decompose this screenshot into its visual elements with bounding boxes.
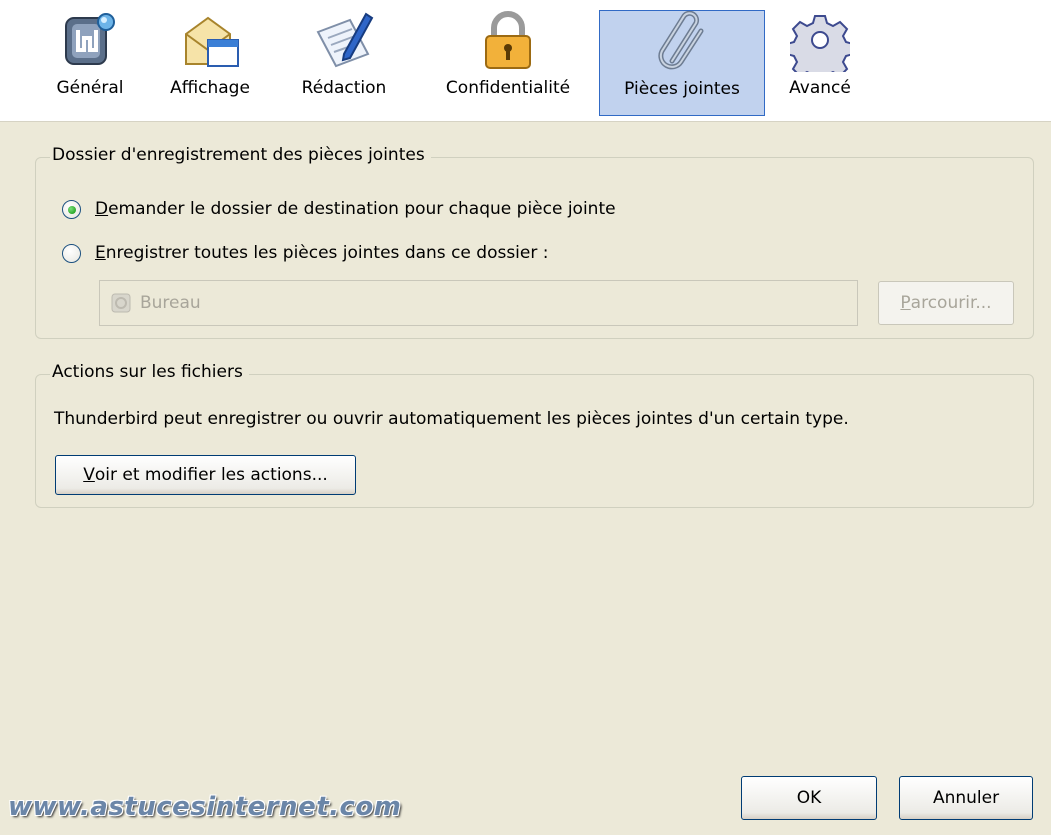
radio-ask-folder-indicator[interactable] bbox=[62, 199, 81, 219]
compose-icon bbox=[314, 10, 374, 72]
radio-save-all[interactable]: Enregistrer toutes les pièces jointes da… bbox=[62, 243, 548, 263]
tab-display[interactable]: Affichage bbox=[155, 10, 265, 116]
tab-attachments[interactable]: Pièces jointes bbox=[599, 10, 765, 116]
view-edit-actions-label: oir et modifier les actions... bbox=[94, 465, 328, 485]
lock-icon bbox=[478, 10, 538, 72]
save-folder-legend: Dossier d'enregistrement des pièces join… bbox=[50, 145, 431, 165]
radio-ask-folder-label: Demander le dossier de destination pour … bbox=[95, 199, 616, 219]
radio-save-all-label: Enregistrer toutes les pièces jointes da… bbox=[95, 243, 548, 263]
radio-ask-folder-accel: D bbox=[95, 199, 109, 219]
folder-icon bbox=[111, 293, 131, 313]
tab-display-label: Affichage bbox=[170, 78, 250, 98]
tab-compose-label: Rédaction bbox=[301, 78, 387, 98]
gear-icon bbox=[790, 10, 850, 72]
tab-privacy[interactable]: Confidentialité bbox=[428, 10, 588, 116]
tab-attachments-label: Pièces jointes bbox=[624, 79, 740, 99]
radio-save-all-accel: E bbox=[95, 243, 106, 263]
browse-button-label: arcourir... bbox=[910, 293, 992, 313]
file-actions-description: Thunderbird peut enregistrer ou ouvrir a… bbox=[54, 409, 849, 429]
tab-general[interactable]: Général bbox=[40, 10, 140, 116]
general-icon bbox=[60, 10, 120, 72]
tab-privacy-label: Confidentialité bbox=[445, 78, 571, 98]
view-edit-actions-accel: V bbox=[83, 465, 95, 485]
tab-advanced-label: Avancé bbox=[789, 78, 851, 98]
browse-button[interactable]: Parcourir... bbox=[878, 281, 1014, 325]
display-icon bbox=[180, 10, 240, 72]
tab-compose[interactable]: Rédaction bbox=[285, 10, 403, 116]
radio-save-all-indicator[interactable] bbox=[62, 243, 81, 263]
preferences-toolbar: Général Affichage Rédaction Confidential… bbox=[0, 0, 1051, 122]
browse-button-accel: P bbox=[900, 293, 911, 313]
paperclip-icon bbox=[652, 11, 712, 73]
tab-advanced[interactable]: Avancé bbox=[775, 10, 865, 116]
tab-general-label: Général bbox=[56, 78, 124, 98]
ok-button[interactable]: OK bbox=[741, 776, 877, 820]
radio-save-all-text: nregistrer toutes les pièces jointes dan… bbox=[105, 243, 549, 263]
radio-ask-folder-text: emander le dossier de destination pour c… bbox=[108, 199, 616, 219]
file-actions-legend: Actions sur les fichiers bbox=[50, 362, 249, 382]
folder-path-value: Bureau bbox=[140, 293, 201, 313]
view-edit-actions-button[interactable]: Voir et modifier les actions... bbox=[55, 455, 356, 495]
cancel-button[interactable]: Annuler bbox=[899, 776, 1033, 820]
folder-path-field[interactable]: Bureau bbox=[99, 280, 858, 326]
file-actions-group: Actions sur les fichiers Thunderbird peu… bbox=[35, 362, 1034, 508]
watermark: www.astucesinternet.com bbox=[8, 792, 402, 822]
save-folder-group: Dossier d'enregistrement des pièces join… bbox=[35, 145, 1034, 339]
radio-ask-folder[interactable]: Demander le dossier de destination pour … bbox=[62, 199, 616, 219]
